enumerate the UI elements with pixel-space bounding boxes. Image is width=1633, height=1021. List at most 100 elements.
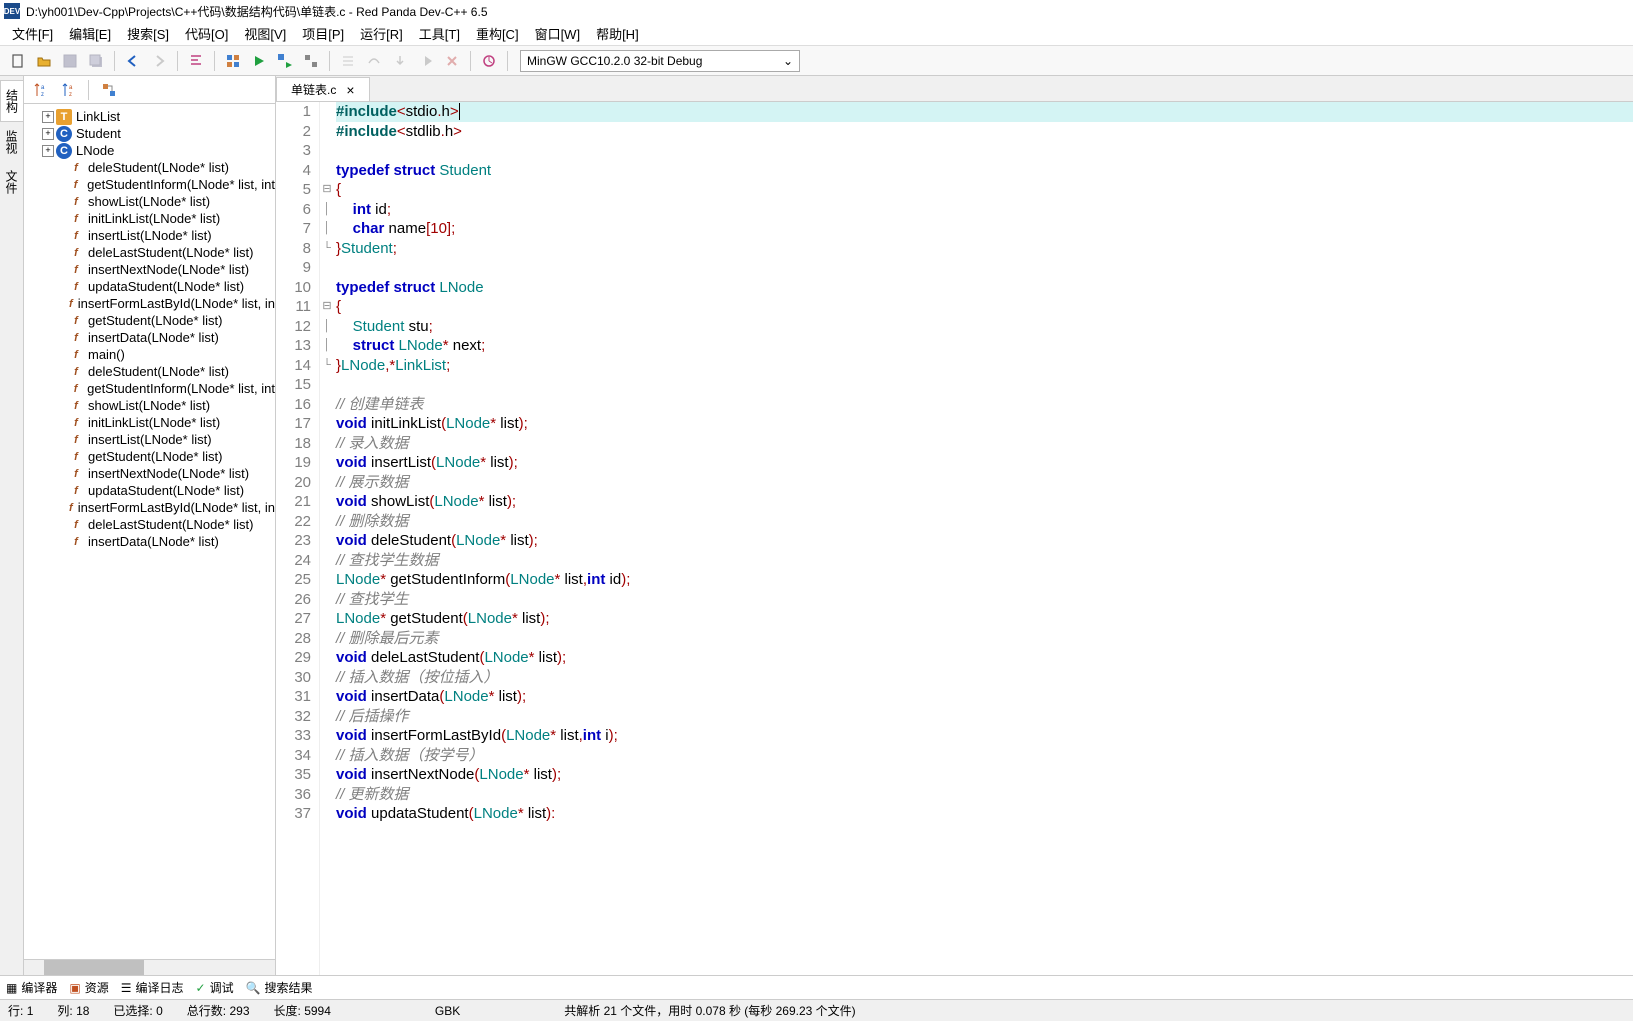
bottom-tab-resources[interactable]: ▣资源	[69, 979, 108, 996]
menu-project[interactable]: 项目[P]	[296, 22, 350, 45]
tree-func[interactable]: f showList(LNode* list)	[24, 193, 275, 210]
tree-func[interactable]: f deleStudent(LNode* list)	[24, 363, 275, 380]
expand-icon[interactable]: +	[42, 145, 54, 157]
save-all-button[interactable]	[84, 49, 108, 73]
func-icon: f	[68, 296, 74, 312]
menu-view[interactable]: 视图[V]	[238, 22, 292, 45]
expand-icon[interactable]: +	[42, 128, 54, 140]
tree-func[interactable]: fdeleLastStudent(LNode* list)	[24, 244, 275, 261]
tree-func[interactable]: finsertFormLastById(LNode* list, in	[24, 295, 275, 312]
close-icon[interactable]: ×	[346, 82, 354, 98]
line-gutter: 1234567891011121314151617181920212223242…	[276, 102, 320, 975]
compiler-dropdown[interactable]: MinGW GCC10.2.0 32-bit Debug ⌄	[520, 50, 800, 72]
bottom-tab-debug[interactable]: ✓调试	[196, 979, 234, 996]
func-icon: f	[68, 432, 84, 448]
new-file-button[interactable]	[6, 49, 30, 73]
tree-func[interactable]: fdeleLastStudent(LNode* list)	[24, 516, 275, 533]
open-button[interactable]	[32, 49, 56, 73]
tree-func[interactable]: fgetStudent(LNode* list)	[24, 312, 275, 329]
func-icon: f	[68, 228, 84, 244]
tree-label: getStudent(LNode* list)	[88, 449, 222, 464]
back-button[interactable]	[121, 49, 145, 73]
tree-func[interactable]: fgetStudentInform(LNode* list, int	[24, 176, 275, 193]
tree-func[interactable]: finsertNextNode(LNode* list)	[24, 465, 275, 482]
status-enc: GBK	[435, 1004, 460, 1018]
tree-func[interactable]: finsertNextNode(LNode* list)	[24, 261, 275, 278]
sort-alpha-button[interactable]: az	[28, 78, 52, 102]
toolbar: MinGW GCC10.2.0 32-bit Debug ⌄	[0, 46, 1633, 76]
search-icon: 🔍	[246, 981, 261, 995]
debug-button[interactable]	[336, 49, 360, 73]
tree-label: showList(LNode* list)	[88, 194, 210, 209]
compiler-label: MinGW GCC10.2.0 32-bit Debug	[527, 54, 702, 68]
rebuild-button[interactable]	[299, 49, 323, 73]
tree-label: insertData(LNode* list)	[88, 534, 219, 549]
tree-label: deleStudent(LNode* list)	[88, 364, 229, 379]
code-editor[interactable]: 1234567891011121314151617181920212223242…	[276, 102, 1633, 975]
menu-window[interactable]: 窗口[W]	[529, 22, 587, 45]
file-tab-active[interactable]: 单链表.c ×	[276, 77, 370, 101]
compile-run-button[interactable]	[273, 49, 297, 73]
bottom-tab-search[interactable]: 🔍搜索结果	[246, 979, 313, 996]
status-col: 列: 18	[57, 1002, 89, 1019]
left-tab-files[interactable]: 文件	[0, 162, 23, 202]
tree-label: deleLastStudent(LNode* list)	[88, 245, 254, 260]
func-icon: f	[68, 517, 84, 533]
structure-sidebar: az az +TLinkList+CStudent+CLNode f deleStu…	[24, 76, 276, 975]
debug-icon: ✓	[196, 981, 206, 995]
func-icon: f	[68, 364, 84, 380]
menu-tools[interactable]: 工具[T]	[413, 22, 466, 45]
step-over-button[interactable]	[362, 49, 386, 73]
structure-tree[interactable]: +TLinkList+CStudent+CLNode f deleStudent(L…	[24, 104, 275, 959]
stop-button[interactable]	[440, 49, 464, 73]
tree-func[interactable]: fupdataStudent(LNode* list)	[24, 278, 275, 295]
menu-help[interactable]: 帮助[H]	[590, 22, 645, 45]
expand-icon[interactable]: +	[42, 111, 54, 123]
tree-func[interactable]: fgetStudentInform(LNode* list, int	[24, 380, 275, 397]
menu-edit[interactable]: 编辑[E]	[63, 22, 117, 45]
func-icon: f	[68, 330, 84, 346]
tree-func[interactable]: finsertList(LNode* list)	[24, 227, 275, 244]
continue-button[interactable]	[414, 49, 438, 73]
run-button[interactable]	[247, 49, 271, 73]
tree-root[interactable]: +TLinkList	[24, 108, 275, 125]
type-icon: C	[56, 143, 72, 159]
tree-func[interactable]: fmain()	[24, 346, 275, 363]
menu-search[interactable]: 搜索[S]	[121, 22, 175, 45]
left-tab-watch[interactable]: 监视	[0, 122, 23, 162]
tree-label: updataStudent(LNode* list)	[88, 483, 244, 498]
tree-func[interactable]: finitLinkList(LNode* list)	[24, 210, 275, 227]
tree-func[interactable]: finsertData(LNode* list)	[24, 329, 275, 346]
save-button[interactable]	[58, 49, 82, 73]
menu-file[interactable]: 文件[F]	[6, 22, 59, 45]
tree-func[interactable]: finsertFormLastById(LNode* list, in	[24, 499, 275, 516]
tree-root[interactable]: +CStudent	[24, 125, 275, 142]
tree-func[interactable]: finsertList(LNode* list)	[24, 431, 275, 448]
status-bar: 行: 1 列: 18 已选择: 0 总行数: 293 长度: 5994 GBK …	[0, 999, 1633, 1021]
step-into-button[interactable]	[388, 49, 412, 73]
tree-func[interactable]: finsertData(LNode* list)	[24, 533, 275, 550]
show-inherited-button[interactable]	[97, 78, 121, 102]
forward-button[interactable]	[147, 49, 171, 73]
profile-button[interactable]	[477, 49, 501, 73]
func-icon: f	[68, 194, 84, 210]
tree-func[interactable]: fgetStudent(LNode* list)	[24, 448, 275, 465]
tree-func[interactable]: fshowList(LNode* list)	[24, 397, 275, 414]
menu-code[interactable]: 代码[O]	[179, 22, 234, 45]
tree-func[interactable]: finitLinkList(LNode* list)	[24, 414, 275, 431]
menu-run[interactable]: 运行[R]	[354, 22, 409, 45]
bottom-tab-compilelog[interactable]: ☰编译日志	[121, 979, 184, 996]
sidebar-scrollbar[interactable]	[24, 959, 275, 975]
code-text[interactable]: #include<stdio.h>#include<stdlib.h> type…	[334, 102, 1633, 975]
tree-func[interactable]: fdeleStudent(LNode* list)	[24, 159, 275, 176]
tree-root[interactable]: +CLNode	[24, 142, 275, 159]
fold-gutter[interactable]: ⊟││└⊟││└	[320, 102, 334, 975]
func-icon: f	[68, 381, 83, 397]
bottom-tab-compiler[interactable]: ▦编译器	[6, 979, 57, 996]
tree-func[interactable]: fupdataStudent(LNode* list)	[24, 482, 275, 499]
sort-type-button[interactable]: az	[56, 78, 80, 102]
menu-refactor[interactable]: 重构[C]	[470, 22, 525, 45]
format-button[interactable]	[184, 49, 208, 73]
compile-button[interactable]	[221, 49, 245, 73]
left-tab-structure[interactable]: 结构	[0, 80, 23, 122]
